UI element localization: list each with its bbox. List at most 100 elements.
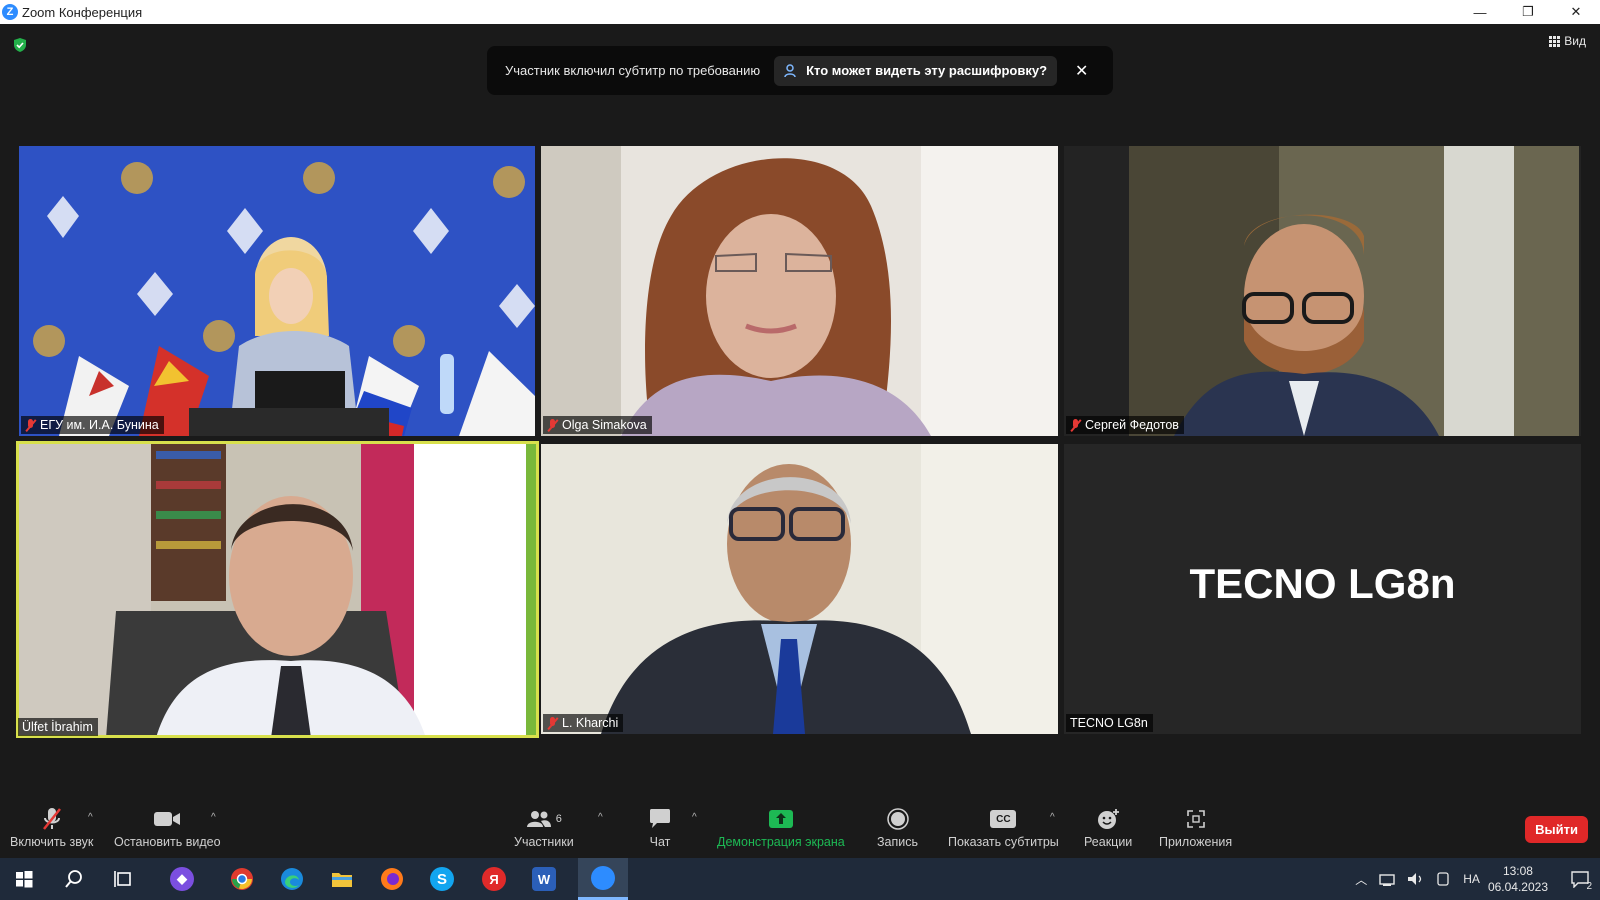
participant-tile[interactable]: Сергей Федотов <box>1064 146 1581 436</box>
share-screen-icon <box>768 810 793 828</box>
edge-icon[interactable] <box>280 867 304 891</box>
participant-name-label: Ülfet İbrahim <box>18 718 98 736</box>
word-icon[interactable]: W <box>532 867 556 891</box>
captions-options-caret[interactable]: ^ <box>1050 812 1055 823</box>
show-captions-label: Показать субтитры <box>948 835 1059 849</box>
window-titlebar: Z Zoom Конференция — ❐ ✕ <box>0 0 1600 24</box>
who-can-see-transcript-button[interactable]: Кто может видеть эту расшифровку? <box>774 55 1058 86</box>
participant-name: ЕГУ им. И.А. Бунина <box>40 418 159 432</box>
yandex-browser-icon[interactable]: Я <box>482 867 506 891</box>
network-icon[interactable] <box>1379 872 1397 886</box>
muted-mic-icon <box>547 716 558 730</box>
participant-name-label: Olga Simakova <box>543 416 652 434</box>
restore-button[interactable]: ❐ <box>1504 0 1552 24</box>
apps-icon <box>1186 810 1205 828</box>
participant-tile[interactable]: L. Kharchi <box>541 444 1058 734</box>
minimize-button[interactable]: — <box>1456 0 1504 24</box>
show-hidden-icons-chevron-icon[interactable]: ︿ <box>1355 871 1367 888</box>
window-controls: — ❐ ✕ <box>1456 0 1600 24</box>
clock-date: 06.04.2023 <box>1487 880 1548 894</box>
participant-display-name: TECNO LG8n <box>1189 560 1456 607</box>
participant-tile[interactable]: ЕГУ им. И.А. Бунина <box>19 146 535 436</box>
muted-mic-icon <box>547 418 558 432</box>
skype-icon[interactable]: S <box>430 867 454 891</box>
search-icon[interactable] <box>62 867 86 891</box>
reactions-button[interactable]: Реакции <box>1084 806 1132 849</box>
participant-tile-active-speaker[interactable]: Ülfet İbrahim <box>16 441 539 738</box>
stop-video-label: Остановить видео <box>114 835 221 849</box>
participants-button[interactable]: 6 Участники <box>514 806 574 849</box>
participant-name-label: Сергей Федотов <box>1066 416 1184 434</box>
participant-video <box>541 146 1058 436</box>
banner-close-icon[interactable]: ✕ <box>1075 61 1088 81</box>
record-label: Запись <box>877 835 919 849</box>
apps-button[interactable]: Приложения <box>1159 806 1232 849</box>
audio-options-caret[interactable]: ^ <box>88 812 93 823</box>
chat-bubble-icon <box>650 809 670 828</box>
volume-icon[interactable] <box>1407 872 1425 886</box>
windows-start-icon[interactable] <box>12 867 36 891</box>
caption-notification-banner: Участник включил субтитр по требованию К… <box>487 46 1113 95</box>
chat-button[interactable]: Чат <box>648 806 672 849</box>
leave-meeting-button[interactable]: Выйти <box>1525 816 1588 843</box>
participants-icon <box>526 811 551 827</box>
apps-label: Приложения <box>1159 835 1233 849</box>
share-screen-button[interactable]: Демонстрация экрана <box>717 806 845 849</box>
close-window-button[interactable]: ✕ <box>1552 0 1600 24</box>
record-icon <box>886 808 909 830</box>
meeting-area: Вид Участник включил субтитр по требован… <box>0 24 1600 800</box>
participants-count: 6 <box>555 813 562 825</box>
system-tray: ︿ НА 13:08 06.04.2023 2 <box>1355 858 1600 900</box>
grid-icon <box>1549 35 1561 47</box>
participant-video <box>16 441 539 738</box>
microphone-muted-icon <box>42 808 61 830</box>
chrome-icon[interactable] <box>230 867 254 891</box>
participant-video <box>19 146 535 436</box>
show-captions-button[interactable]: CC Показать субтитры <box>948 806 1059 849</box>
participant-name-label: ЕГУ им. И.А. Бунина <box>21 416 164 434</box>
unmute-label: Включить звук <box>10 835 94 849</box>
person-icon <box>784 63 796 77</box>
windows-taskbar: ◆ S Я W ︿ НА 13:08 06.04.2023 2 <box>0 858 1600 900</box>
video-options-caret[interactable]: ^ <box>211 812 216 823</box>
task-view-icon[interactable] <box>112 867 136 891</box>
participant-tile[interactable]: Olga Simakova <box>541 146 1058 436</box>
muted-mic-icon <box>1070 418 1081 432</box>
view-button[interactable]: Вид <box>1549 34 1586 48</box>
security-shield-icon[interactable] <box>12 37 28 53</box>
participant-video <box>1064 146 1581 436</box>
notifications-button[interactable]: 2 <box>1560 858 1600 900</box>
language-indicator[interactable]: НА <box>1463 872 1480 886</box>
clock[interactable]: 13:08 06.04.2023 <box>1488 863 1548 895</box>
stop-video-button[interactable]: Остановить видео <box>114 806 221 849</box>
participant-tile-video-off[interactable]: TECNO LG8n TECNO LG8n <box>1064 444 1581 734</box>
zoom-app-icon: Z <box>2 4 18 20</box>
participant-name-label: TECNO LG8n <box>1066 714 1153 732</box>
input-indicator-icon[interactable] <box>1435 872 1451 886</box>
clock-time: 13:08 <box>1502 864 1533 878</box>
firefox-icon[interactable] <box>380 867 404 891</box>
participants-label: Участники <box>514 835 574 849</box>
closed-captions-icon: CC <box>990 810 1017 828</box>
participant-name: TECNO LG8n <box>1070 716 1148 730</box>
zoom-taskbar-icon[interactable] <box>578 858 628 900</box>
view-button-label: Вид <box>1564 34 1586 48</box>
participant-name: L. Kharchi <box>562 716 619 730</box>
reactions-label: Реакции <box>1084 835 1133 849</box>
participants-options-caret[interactable]: ^ <box>598 812 603 823</box>
record-button[interactable]: Запись <box>877 806 918 849</box>
file-explorer-icon[interactable] <box>330 867 354 891</box>
participant-name: Olga Simakova <box>562 418 647 432</box>
participant-name: Сергей Федотов <box>1085 418 1179 432</box>
unmute-button[interactable]: Включить звук <box>10 806 93 849</box>
participant-name-label: L. Kharchi <box>543 714 624 732</box>
chat-options-caret[interactable]: ^ <box>692 812 697 823</box>
window-title: Zoom Конференция <box>22 4 143 20</box>
viber-icon[interactable]: ◆ <box>170 867 194 891</box>
chat-label: Чат <box>649 835 671 849</box>
reactions-smiley-icon <box>1098 809 1120 829</box>
meeting-toolbar: Включить звук ^ Остановить видео ^ 6 Уча… <box>0 800 1600 858</box>
participant-video <box>541 444 1058 734</box>
participant-name: Ülfet İbrahim <box>22 720 93 734</box>
video-camera-icon <box>154 812 181 826</box>
